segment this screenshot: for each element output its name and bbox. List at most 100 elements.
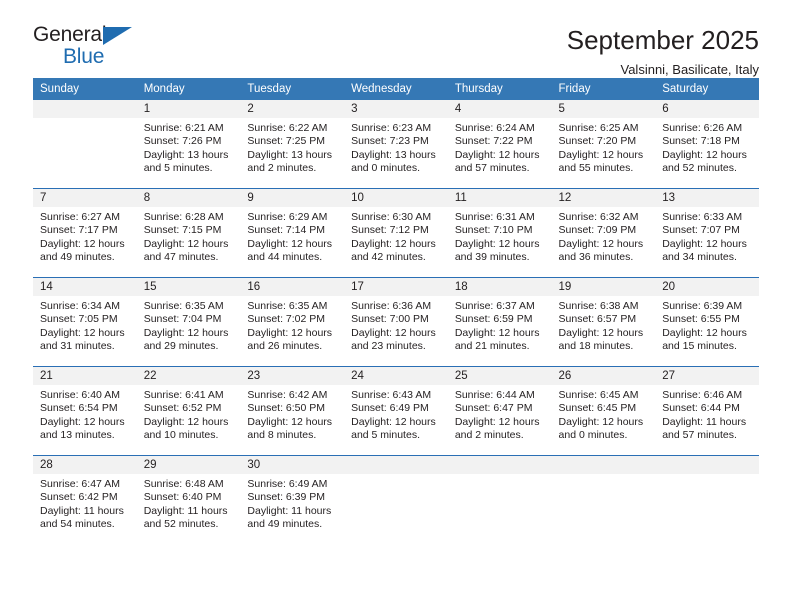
calendar-day-cell[interactable]: 23 Sunrise: 6:42 AM Sunset: 6:50 PM Dayligh…: [240, 366, 345, 456]
calendar-day-cell[interactable]: 15 Sunrise: 6:35 AM Sunset: 7:04 PM Dayligh…: [136, 277, 241, 367]
calendar-day-cell[interactable]: 5 Sunrise: 6:25 AM Sunset: 7:20 PM Daylight…: [551, 100, 656, 189]
daylight-text-line1: Daylight: 12 hours: [454, 415, 540, 428]
daylight-text-line1: Daylight: 12 hours: [247, 237, 333, 250]
daylight-text-line2: and 36 minutes.: [558, 251, 634, 264]
calendar-day-cell[interactable]: 9 Sunrise: 6:29 AM Sunset: 7:14 PM Daylight…: [240, 188, 345, 278]
sunrise-text: Sunrise: 6:44 AM: [454, 389, 535, 401]
calendar-day-cell[interactable]: 19 Sunrise: 6:38 AM Sunset: 6:57 PM Dayligh…: [551, 277, 656, 367]
page-subtitle: Valsinni, Basilicate, Italy: [620, 62, 760, 78]
sunset-text: Sunset: 7:23 PM: [351, 135, 429, 148]
daylight-text-line1: Daylight: 12 hours: [40, 415, 125, 428]
day-details: Sunrise: 6:27 AM Sunset: 7:17 PM Daylight:…: [33, 207, 137, 277]
title-block: September 2025 Valsinni, Basilicate, Ita…: [567, 24, 759, 77]
calendar-day-cell[interactable]: 29 Sunrise: 6:48 AM Sunset: 6:40 PM Dayligh…: [136, 455, 241, 544]
day-details: Sunrise: 6:45 AM Sunset: 6:45 PM Daylight:…: [552, 385, 656, 455]
calendar-day-cell[interactable]: 28 Sunrise: 6:47 AM Sunset: 6:42 PM Dayligh…: [33, 455, 137, 544]
daylight-text-line1: Daylight: 12 hours: [558, 415, 644, 428]
day-number: 17: [344, 278, 448, 296]
sunset-text: Sunset: 7:02 PM: [247, 313, 326, 326]
calendar-day-cell[interactable]: 22 Sunrise: 6:41 AM Sunset: 6:52 PM Dayligh…: [136, 366, 241, 456]
weekday-header-thursday: Thursday: [447, 78, 552, 100]
calendar-day-cell[interactable]: 3 Sunrise: 6:23 AM Sunset: 7:23 PM Daylight…: [344, 100, 448, 189]
calendar-day-cell-empty: [447, 455, 552, 544]
day-details: Sunrise: 6:40 AM Sunset: 6:54 PM Daylight:…: [33, 385, 137, 455]
daylight-text-line1: Daylight: 12 hours: [40, 326, 125, 339]
daylight-text-line2: and 42 minutes.: [351, 251, 426, 264]
weekday-header-sunday: Sunday: [33, 78, 137, 100]
calendar-day-cell[interactable]: 12 Sunrise: 6:32 AM Sunset: 7:09 PM Dayligh…: [551, 188, 656, 278]
calendar-day-cell[interactable]: 26 Sunrise: 6:45 AM Sunset: 6:45 PM Dayligh…: [551, 366, 656, 456]
day-number: 16: [240, 278, 345, 296]
daylight-text-line2: and 57 minutes.: [662, 429, 737, 442]
calendar-day-cell[interactable]: 8 Sunrise: 6:28 AM Sunset: 7:15 PM Daylight…: [136, 188, 241, 278]
sunset-text: Sunset: 7:17 PM: [40, 224, 118, 237]
daylight-text-line2: and 10 minutes.: [143, 429, 219, 442]
calendar-day-cell[interactable]: 21 Sunrise: 6:40 AM Sunset: 6:54 PM Dayligh…: [33, 366, 137, 456]
day-details: Sunrise: 6:42 AM Sunset: 6:50 PM Daylight:…: [240, 385, 344, 455]
day-number: 3: [344, 100, 448, 118]
daylight-text-line1: Daylight: 12 hours: [662, 148, 747, 161]
sunset-text: Sunset: 6:50 PM: [247, 402, 326, 415]
sunrise-text: Sunrise: 6:39 AM: [662, 300, 743, 312]
sunrise-text: Sunrise: 6:37 AM: [454, 300, 535, 312]
calendar-day-cell[interactable]: 27 Sunrise: 6:46 AM Sunset: 6:44 PM Dayligh…: [655, 366, 759, 456]
day-details: Sunrise: 6:47 AM Sunset: 6:42 PM Daylight:…: [33, 474, 137, 544]
daylight-text-line1: Daylight: 11 hours: [143, 504, 228, 517]
daylight-text-line1: Daylight: 12 hours: [143, 415, 229, 428]
calendar-day-cell[interactable]: 2 Sunrise: 6:22 AM Sunset: 7:25 PM Daylight…: [240, 100, 345, 189]
sunrise-text: Sunrise: 6:36 AM: [351, 300, 432, 312]
calendar-day-cell[interactable]: 7 Sunrise: 6:27 AM Sunset: 7:17 PM Daylight…: [33, 188, 137, 278]
weekday-header-friday: Friday: [551, 78, 656, 100]
calendar-day-cell[interactable]: 10 Sunrise: 6:30 AM Sunset: 7:12 PM Dayligh…: [344, 188, 448, 278]
daylight-text-line1: Daylight: 12 hours: [558, 326, 644, 339]
day-number: 20: [655, 278, 759, 296]
calendar-day-cell[interactable]: 17 Sunrise: 6:36 AM Sunset: 7:00 PM Dayligh…: [344, 277, 448, 367]
sunrise-text: Sunrise: 6:40 AM: [40, 389, 120, 401]
sunrise-text: Sunrise: 6:42 AM: [247, 389, 328, 401]
calendar-day-cell[interactable]: 30 Sunrise: 6:49 AM Sunset: 6:39 PM Dayligh…: [240, 455, 345, 544]
calendar-day-cell[interactable]: 24 Sunrise: 6:43 AM Sunset: 6:49 PM Dayligh…: [344, 366, 448, 456]
day-details: Sunrise: 6:31 AM Sunset: 7:10 PM Daylight:…: [448, 207, 552, 277]
calendar-day-cell[interactable]: 20 Sunrise: 6:39 AM Sunset: 6:55 PM Dayligh…: [655, 277, 759, 367]
weekday-header-tuesday: Tuesday: [240, 78, 345, 100]
sunset-text: Sunset: 7:04 PM: [143, 313, 222, 326]
calendar-day-cell[interactable]: 18 Sunrise: 6:37 AM Sunset: 6:59 PM Dayligh…: [447, 277, 552, 367]
daylight-text-line2: and 52 minutes.: [143, 518, 219, 531]
calendar-day-cell[interactable]: 6 Sunrise: 6:26 AM Sunset: 7:18 PM Daylight…: [655, 100, 759, 189]
day-details: Sunrise: 6:26 AM Sunset: 7:18 PM Daylight:…: [655, 118, 759, 188]
daylight-text-line2: and 8 minutes.: [247, 429, 317, 442]
sunset-text: Sunset: 6:39 PM: [247, 491, 326, 504]
sunset-text: Sunset: 7:12 PM: [351, 224, 429, 237]
sunset-text: Sunset: 7:05 PM: [40, 313, 118, 326]
sunrise-text: Sunrise: 6:28 AM: [143, 211, 224, 223]
calendar-day-cell[interactable]: 16 Sunrise: 6:35 AM Sunset: 7:02 PM Dayligh…: [240, 277, 345, 367]
calendar-day-cell[interactable]: 4 Sunrise: 6:24 AM Sunset: 7:22 PM Daylight…: [447, 100, 552, 189]
day-details: Sunrise: 6:29 AM Sunset: 7:14 PM Daylight:…: [240, 207, 344, 277]
day-number: [551, 456, 656, 474]
sunset-text: Sunset: 6:47 PM: [454, 402, 533, 415]
sunset-text: Sunset: 6:55 PM: [662, 313, 740, 326]
calendar-week-row: 28 Sunrise: 6:47 AM Sunset: 6:42 PM Dayligh…: [33, 455, 759, 544]
calendar-week-row: 7 Sunrise: 6:27 AM Sunset: 7:17 PM Daylight…: [33, 188, 759, 278]
calendar-day-cell[interactable]: 11 Sunrise: 6:31 AM Sunset: 7:10 PM Dayligh…: [447, 188, 552, 278]
daylight-text-line2: and 49 minutes.: [247, 518, 323, 531]
calendar-day-cell[interactable]: 1 Sunrise: 6:21 AM Sunset: 7:26 PM Daylight…: [136, 100, 241, 189]
sunset-text: Sunset: 6:49 PM: [351, 402, 429, 415]
sunset-text: Sunset: 7:10 PM: [454, 224, 533, 237]
day-details: Sunrise: 6:44 AM Sunset: 6:47 PM Daylight:…: [448, 385, 552, 455]
sunrise-text: Sunrise: 6:29 AM: [247, 211, 328, 223]
day-details: Sunrise: 6:28 AM Sunset: 7:15 PM Daylight:…: [137, 207, 241, 277]
day-number: 15: [136, 278, 241, 296]
calendar-day-cell[interactable]: 14 Sunrise: 6:34 AM Sunset: 7:05 PM Dayligh…: [33, 277, 137, 367]
daylight-text-line1: Daylight: 13 hours: [351, 148, 436, 161]
daylight-text-line2: and 23 minutes.: [351, 340, 426, 353]
daylight-text-line2: and 15 minutes.: [662, 340, 737, 353]
calendar-day-cell[interactable]: 13 Sunrise: 6:33 AM Sunset: 7:07 PM Dayligh…: [655, 188, 759, 278]
day-number: 27: [655, 367, 759, 385]
daylight-text-line1: Daylight: 12 hours: [351, 415, 436, 428]
calendar-day-cell[interactable]: 25 Sunrise: 6:44 AM Sunset: 6:47 PM Dayligh…: [447, 366, 552, 456]
day-details: Sunrise: 6:38 AM Sunset: 6:57 PM Daylight:…: [552, 296, 656, 366]
sunrise-text: Sunrise: 6:34 AM: [40, 300, 120, 312]
weekday-header-monday: Monday: [136, 78, 241, 100]
calendar-page: General Blue September 2025 Valsinni, Ba…: [0, 0, 792, 612]
